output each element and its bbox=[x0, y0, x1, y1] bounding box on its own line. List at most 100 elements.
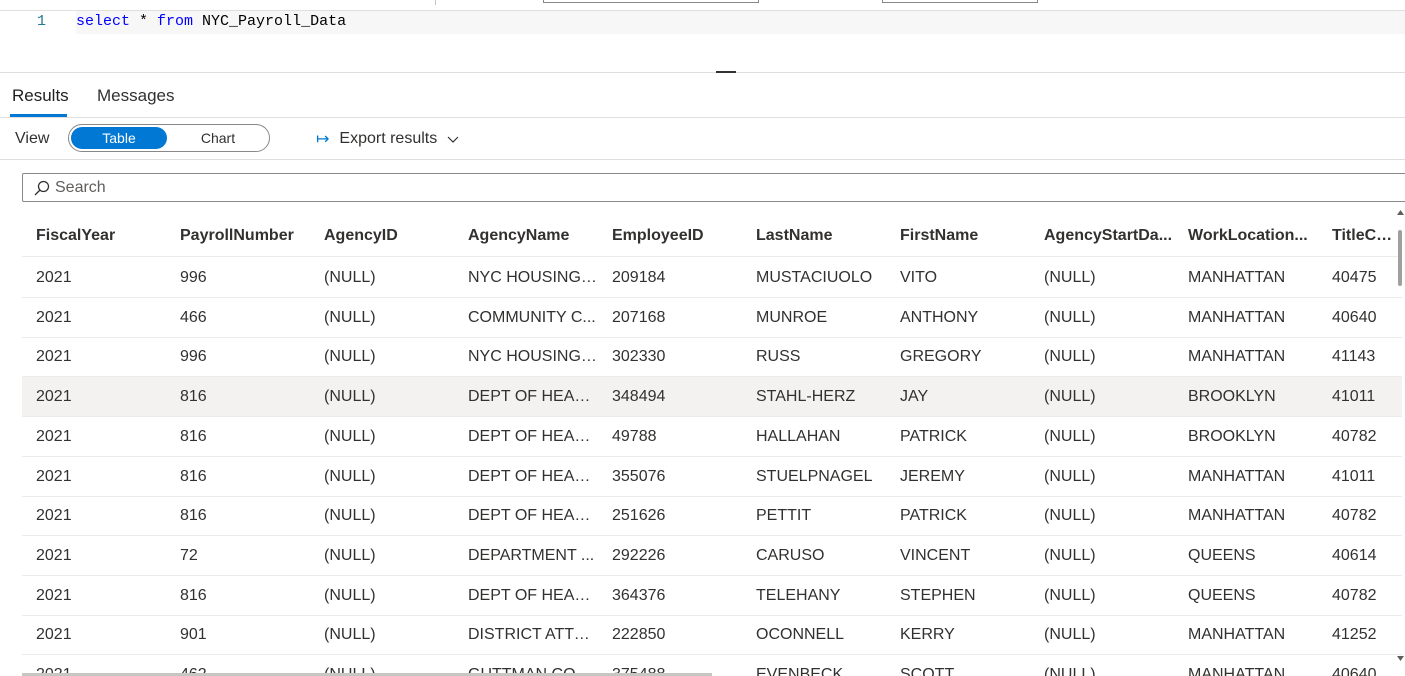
table-cell[interactable]: 2021 bbox=[22, 536, 166, 576]
table-cell[interactable]: 40782 bbox=[1318, 496, 1398, 536]
table-cell[interactable]: 2021 bbox=[22, 377, 166, 417]
tab-messages[interactable]: Messages bbox=[97, 86, 174, 106]
table-cell[interactable]: 302330 bbox=[598, 337, 742, 377]
view-option-table[interactable]: Table bbox=[71, 127, 167, 149]
table-cell[interactable]: MANHATTAN bbox=[1174, 337, 1318, 377]
column-header[interactable]: TitleCode bbox=[1318, 215, 1398, 257]
table-row[interactable]: 2021 466 (NULL) COMMUNITY C... 207168 MUNROE A… bbox=[22, 298, 1402, 338]
toolbar-dropdown[interactable] bbox=[543, 0, 759, 3]
table-cell[interactable]: GREGORY bbox=[886, 337, 1030, 377]
table-cell[interactable]: 40782 bbox=[1318, 576, 1398, 616]
table-cell[interactable]: 816 bbox=[166, 576, 310, 616]
table-cell[interactable]: VINCENT bbox=[886, 536, 1030, 576]
table-cell[interactable]: NYC HOUSING ... bbox=[454, 337, 598, 377]
table-cell[interactable]: COMMUNITY C... bbox=[454, 298, 598, 338]
view-option-chart[interactable]: Chart bbox=[169, 127, 267, 149]
table-cell[interactable]: DEPT OF HEALT... bbox=[454, 457, 598, 497]
table-cell[interactable]: KERRY bbox=[886, 615, 1030, 655]
table-cell[interactable]: DEPT OF HEALT... bbox=[454, 576, 598, 616]
table-cell[interactable]: 2021 bbox=[22, 615, 166, 655]
table-cell[interactable]: 292226 bbox=[598, 536, 742, 576]
table-cell[interactable]: (NULL) bbox=[1030, 258, 1174, 298]
scroll-up-arrow-icon[interactable] bbox=[1397, 210, 1404, 215]
table-cell[interactable]: DISTRICT ATTO... bbox=[454, 615, 598, 655]
export-results-button[interactable]: ↦ Export results bbox=[316, 128, 459, 150]
pane-splitter-handle[interactable] bbox=[716, 71, 736, 73]
table-row[interactable]: 2021 816 (NULL) DEPT OF HEALT... 251626 PETTI… bbox=[22, 496, 1402, 537]
table-cell[interactable]: 364376 bbox=[598, 576, 742, 616]
column-header[interactable]: FirstName bbox=[886, 215, 1030, 257]
table-cell[interactable]: 40782 bbox=[1318, 417, 1398, 457]
table-cell[interactable]: NYC HOUSING ... bbox=[454, 258, 598, 298]
table-cell[interactable]: ANTHONY bbox=[886, 298, 1030, 338]
table-cell[interactable]: 72 bbox=[166, 536, 310, 576]
table-cell[interactable]: (NULL) bbox=[310, 576, 454, 616]
table-cell[interactable]: 2021 bbox=[22, 417, 166, 457]
column-header[interactable]: LastName bbox=[742, 215, 886, 257]
table-cell[interactable]: (NULL) bbox=[310, 536, 454, 576]
column-header[interactable]: EmployeeID bbox=[598, 215, 742, 257]
vertical-scrollbar[interactable] bbox=[1396, 206, 1405, 676]
table-cell[interactable]: MANHATTAN bbox=[1174, 457, 1318, 497]
table-cell[interactable]: 2021 bbox=[22, 576, 166, 616]
table-cell[interactable]: MANHATTAN bbox=[1174, 496, 1318, 536]
table-cell[interactable]: 251626 bbox=[598, 496, 742, 536]
table-cell[interactable]: 41011 bbox=[1318, 377, 1398, 417]
table-cell[interactable]: SCOTT bbox=[886, 655, 1030, 676]
table-cell[interactable]: TELEHANY bbox=[742, 576, 886, 616]
table-row[interactable]: 2021 996 (NULL) NYC HOUSING ... 209184 MUSTAC… bbox=[22, 258, 1402, 298]
column-header[interactable]: AgencyID bbox=[310, 215, 454, 257]
table-cell[interactable]: 2021 bbox=[22, 337, 166, 377]
table-cell[interactable]: 816 bbox=[166, 377, 310, 417]
table-cell[interactable]: 901 bbox=[166, 615, 310, 655]
table-cell[interactable]: VITO bbox=[886, 258, 1030, 298]
table-cell[interactable]: PETTIT bbox=[742, 496, 886, 536]
table-cell[interactable]: (NULL) bbox=[1030, 615, 1174, 655]
table-cell[interactable]: EVENBECK bbox=[742, 655, 886, 676]
table-cell[interactable]: 222850 bbox=[598, 615, 742, 655]
tab-results[interactable]: Results bbox=[12, 86, 69, 106]
table-cell[interactable]: 466 bbox=[166, 298, 310, 338]
table-cell[interactable]: (NULL) bbox=[1030, 576, 1174, 616]
table-cell[interactable]: (NULL) bbox=[1030, 377, 1174, 417]
table-row[interactable]: 2021 901 (NULL) DISTRICT ATTO... 222850 OCONN… bbox=[22, 615, 1402, 656]
column-header[interactable]: AgencyName bbox=[454, 215, 598, 257]
scroll-down-arrow-icon[interactable] bbox=[1397, 656, 1404, 661]
table-cell[interactable]: JEREMY bbox=[886, 457, 1030, 497]
table-cell[interactable]: (NULL) bbox=[310, 258, 454, 298]
table-cell[interactable]: DEPARTMENT ... bbox=[454, 536, 598, 576]
table-cell[interactable]: (NULL) bbox=[1030, 298, 1174, 338]
table-cell[interactable]: 40640 bbox=[1318, 655, 1398, 676]
table-row[interactable]: 2021 816 (NULL) DEPT OF HEALT... 355076 STUEL… bbox=[22, 457, 1402, 497]
table-cell[interactable]: 996 bbox=[166, 258, 310, 298]
table-cell[interactable]: BROOKLYN bbox=[1174, 417, 1318, 457]
table-cell[interactable]: (NULL) bbox=[310, 377, 454, 417]
table-cell[interactable]: (NULL) bbox=[1030, 457, 1174, 497]
results-grid[interactable]: FiscalYear PayrollNumber AgencyID AgencyNam… bbox=[22, 215, 1402, 676]
table-cell[interactable]: (NULL) bbox=[310, 298, 454, 338]
table-cell[interactable]: 49788 bbox=[598, 417, 742, 457]
table-cell[interactable]: (NULL) bbox=[1030, 337, 1174, 377]
table-cell[interactable]: MANHATTAN bbox=[1174, 258, 1318, 298]
toolbar-dropdown[interactable] bbox=[882, 0, 1038, 3]
table-cell[interactable]: BROOKLYN bbox=[1174, 377, 1318, 417]
table-cell[interactable]: (NULL) bbox=[1030, 496, 1174, 536]
table-cell[interactable]: (NULL) bbox=[310, 496, 454, 536]
sql-editor[interactable]: 1 select * from NYC_Payroll_Data bbox=[0, 11, 1405, 73]
table-cell[interactable]: STEPHEN bbox=[886, 576, 1030, 616]
table-cell[interactable]: STAHL-HERZ bbox=[742, 377, 886, 417]
table-cell[interactable]: 41252 bbox=[1318, 615, 1398, 655]
table-row[interactable]: 2021 816 (NULL) DEPT OF HEALT... 364376 TELEH… bbox=[22, 576, 1402, 616]
table-cell[interactable]: (NULL) bbox=[1030, 655, 1174, 676]
table-row[interactable]: 2021 72 (NULL) DEPARTMENT ... 292226 CARUSO VI… bbox=[22, 536, 1402, 576]
table-cell[interactable]: RUSS bbox=[742, 337, 886, 377]
table-cell[interactable]: 2021 bbox=[22, 496, 166, 536]
table-cell[interactable]: 40475 bbox=[1318, 258, 1398, 298]
table-cell[interactable]: MUNROE bbox=[742, 298, 886, 338]
table-cell[interactable]: 2021 bbox=[22, 298, 166, 338]
table-cell[interactable]: QUEENS bbox=[1174, 536, 1318, 576]
table-cell[interactable]: STUELPNAGEL bbox=[742, 457, 886, 497]
search-box[interactable] bbox=[22, 173, 1405, 202]
code-line[interactable]: select * from NYC_Payroll_Data bbox=[76, 11, 1405, 34]
table-cell[interactable]: 996 bbox=[166, 337, 310, 377]
